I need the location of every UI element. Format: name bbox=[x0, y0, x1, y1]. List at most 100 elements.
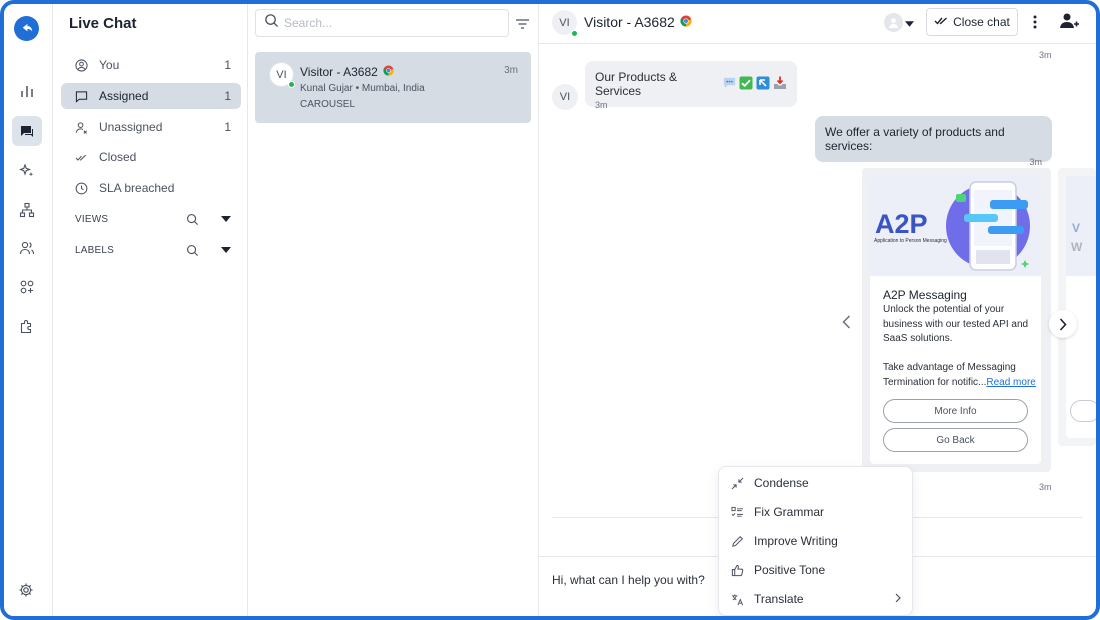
conversation-name-text: Visitor - A3682 bbox=[300, 65, 378, 79]
menu-item-label: Condense bbox=[754, 476, 809, 490]
sidebar-item-sla-breached[interactable]: SLA breached bbox=[61, 175, 241, 201]
caret-down-icon bbox=[905, 14, 914, 32]
menu-item-positive-tone[interactable]: Positive Tone bbox=[731, 559, 901, 581]
more-info-button[interactable]: More Info bbox=[883, 399, 1028, 423]
carousel-card: A2P Application to Person Messaging A2P … bbox=[870, 176, 1041, 464]
chevron-right-icon bbox=[895, 592, 901, 606]
chevron-right-icon[interactable] bbox=[1049, 310, 1077, 338]
filter-icon[interactable] bbox=[516, 16, 529, 34]
sidebar-item-label: Unassigned bbox=[99, 120, 163, 134]
app-logo-icon[interactable] bbox=[14, 16, 39, 41]
sidebar-item-you[interactable]: You 1 bbox=[61, 52, 241, 78]
live-chat-sidebar: Live Chat You 1 Assigned 1 Unassigned 1 bbox=[53, 4, 248, 616]
message-time: 3m bbox=[1029, 157, 1042, 167]
menu-item-fix-grammar[interactable]: Fix Grammar bbox=[731, 501, 901, 523]
sidebar-item-closed[interactable]: Closed bbox=[61, 144, 241, 170]
labels-section-label: LABELS bbox=[75, 245, 115, 256]
conversation-time: 3m bbox=[504, 65, 518, 76]
chat-header: VI Visitor - A3682 Close chat bbox=[539, 4, 1096, 44]
conversation-search[interactable] bbox=[255, 9, 509, 37]
chat-title-text: Visitor - A3682 bbox=[584, 14, 675, 30]
caret-down-icon[interactable] bbox=[221, 245, 231, 256]
arrow-up-left-emoji-icon bbox=[756, 76, 770, 93]
user-circle-icon bbox=[75, 58, 93, 72]
incoming-message: Our Products & Services 3m bbox=[585, 61, 797, 110]
speech-bubble-emoji-icon bbox=[723, 76, 736, 92]
double-check-icon bbox=[934, 15, 948, 29]
chrome-icon bbox=[383, 65, 394, 79]
menu-item-label: Translate bbox=[754, 592, 804, 606]
more-options-icon[interactable] bbox=[1033, 14, 1037, 35]
sidebar-item-count: 1 bbox=[224, 120, 231, 134]
conversation-item[interactable]: VI Visitor - A3682 3m Kunal Gujar • Mumb… bbox=[255, 52, 531, 123]
contacts-icon[interactable] bbox=[12, 233, 42, 263]
caret-down-icon[interactable] bbox=[221, 214, 231, 225]
settings-gear-icon[interactable] bbox=[18, 582, 34, 603]
message-square-icon bbox=[75, 90, 93, 103]
conversation-name: Visitor - A3682 bbox=[300, 65, 394, 79]
pencil-icon bbox=[731, 535, 751, 548]
close-chat-button[interactable]: Close chat bbox=[926, 8, 1018, 36]
apps-icon[interactable] bbox=[12, 272, 42, 302]
chat-title: Visitor - A3682 bbox=[584, 14, 692, 30]
agent-avatar-icon bbox=[884, 13, 903, 32]
reply-input[interactable]: Hi, what can I help you with? bbox=[552, 573, 705, 587]
avatar: VI bbox=[552, 84, 578, 110]
check-mark-emoji-icon bbox=[739, 76, 753, 93]
views-section[interactable]: VIEWS bbox=[75, 213, 231, 226]
inbox-tray-emoji-icon bbox=[773, 76, 787, 93]
outgoing-message: We offer a variety of products and servi… bbox=[815, 116, 1052, 167]
menu-item-label: Positive Tone bbox=[754, 563, 826, 577]
go-back-button[interactable]: Go Back bbox=[883, 428, 1028, 452]
user-unassigned-icon bbox=[75, 121, 93, 134]
menu-item-improve-writing[interactable]: Improve Writing bbox=[731, 530, 901, 552]
sidebar-item-label: Closed bbox=[99, 150, 137, 164]
integrations-icon[interactable] bbox=[12, 311, 42, 341]
card-title: A2P Messaging bbox=[883, 288, 967, 302]
message-time: 3m bbox=[595, 100, 608, 110]
app-window: Live Chat You 1 Assigned 1 Unassigned 1 bbox=[0, 0, 1100, 620]
sidebar-item-unassigned[interactable]: Unassigned 1 bbox=[61, 114, 241, 140]
card-image-title: A2P bbox=[875, 209, 928, 239]
labels-section[interactable]: LABELS bbox=[75, 244, 231, 257]
message-text: We offer a variety of products and servi… bbox=[825, 125, 1005, 153]
sidebar-item-count: 1 bbox=[224, 89, 231, 103]
double-check-icon bbox=[75, 151, 93, 164]
assign-user-icon[interactable] bbox=[1060, 12, 1080, 35]
online-status-dot bbox=[288, 81, 295, 88]
menu-item-label: Improve Writing bbox=[754, 534, 838, 548]
conversation-list: VI Visitor - A3682 3m Kunal Gujar • Mumb… bbox=[248, 4, 539, 616]
sidebar-item-label: You bbox=[99, 58, 120, 72]
chevron-left-icon[interactable] bbox=[842, 315, 851, 334]
online-status-dot bbox=[571, 30, 578, 37]
card-description-2: Take advantage of Messaging Termination … bbox=[883, 361, 1039, 390]
clock-icon bbox=[75, 182, 93, 195]
chrome-icon bbox=[680, 14, 692, 30]
sparkle-icon[interactable] bbox=[12, 156, 42, 186]
thumbs-up-icon bbox=[731, 564, 751, 577]
reports-icon[interactable] bbox=[12, 76, 42, 106]
message-time: 3m bbox=[1039, 50, 1052, 60]
icon-rail bbox=[4, 4, 53, 616]
card-image: A2P Application to Person Messaging bbox=[870, 176, 1041, 276]
menu-item-translate[interactable]: Translate bbox=[731, 588, 901, 610]
conversation-tag: CAROUSEL bbox=[300, 99, 356, 110]
peek-letter: W bbox=[1071, 240, 1083, 254]
ai-assist-menu: Condense Fix Grammar Improve Writing Pos… bbox=[718, 466, 913, 616]
read-more-link[interactable]: Read more bbox=[986, 377, 1035, 388]
sidebar-item-label: Assigned bbox=[99, 89, 149, 103]
sidebar-item-assigned[interactable]: Assigned 1 bbox=[61, 83, 241, 109]
search-icon bbox=[264, 13, 279, 33]
sidebar-item-label: SLA breached bbox=[99, 181, 175, 195]
search-input[interactable] bbox=[284, 16, 494, 30]
search-icon[interactable] bbox=[186, 213, 199, 226]
sidebar-item-count: 1 bbox=[224, 58, 231, 72]
org-chart-icon[interactable] bbox=[12, 195, 42, 225]
chat-icon[interactable] bbox=[12, 116, 42, 146]
search-icon[interactable] bbox=[186, 244, 199, 257]
menu-item-condense[interactable]: Condense bbox=[731, 472, 901, 494]
close-chat-label: Close chat bbox=[953, 15, 1010, 29]
assignee-dropdown[interactable] bbox=[884, 13, 914, 32]
card-image-subtitle: Application to Person Messaging bbox=[874, 238, 947, 244]
views-section-label: VIEWS bbox=[75, 214, 109, 225]
